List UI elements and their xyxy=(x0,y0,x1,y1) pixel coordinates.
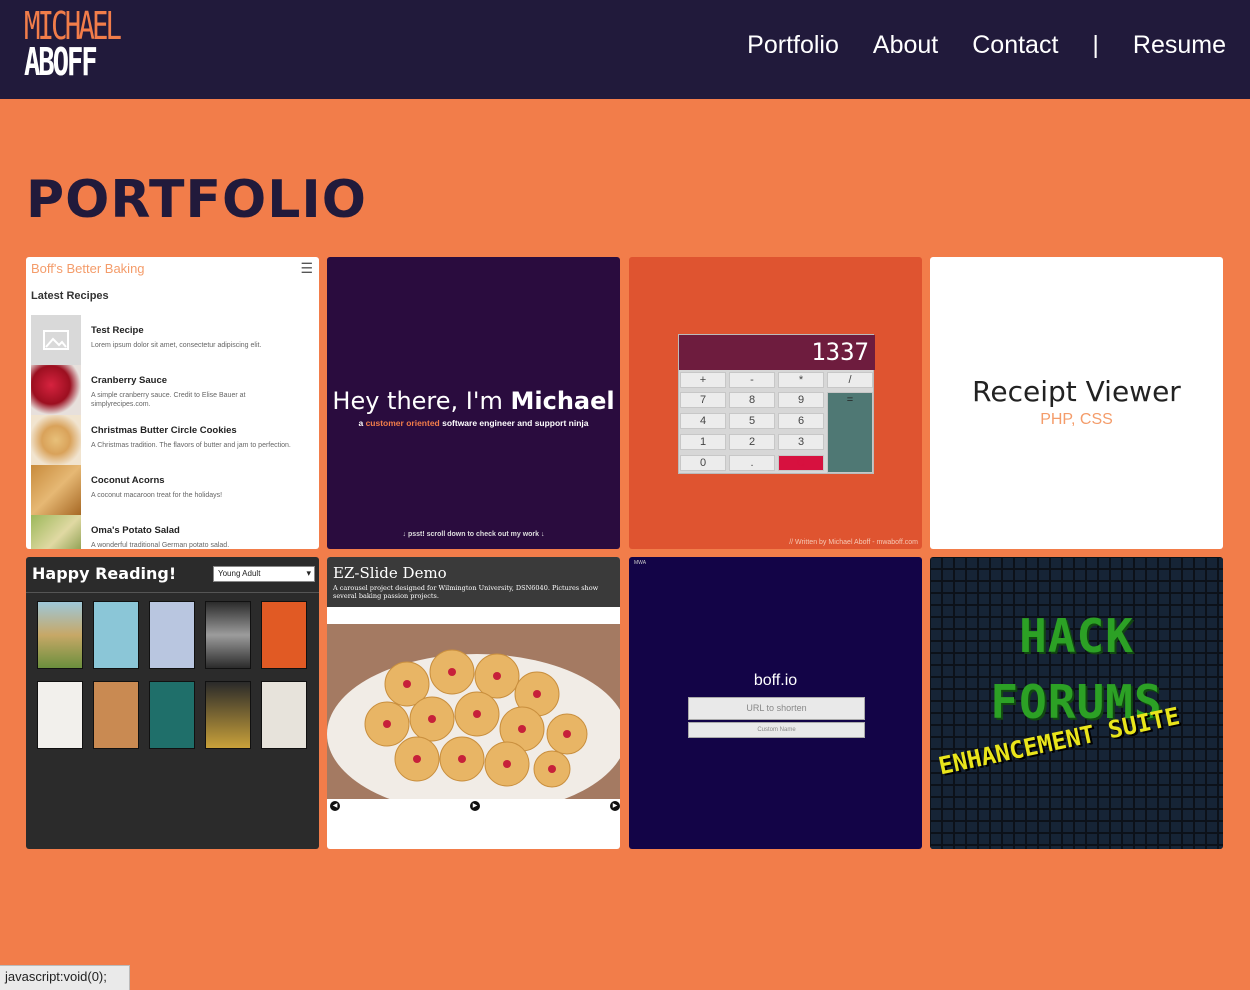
project-card-receipt-viewer[interactable]: Receipt Viewer PHP, CSS xyxy=(930,257,1223,549)
recipe-thumbnail xyxy=(31,465,81,515)
project-card-calculator[interactable]: 1337 + - * / 7 8 9 = 4 5 6 1 2 3 0 . C /… xyxy=(629,257,922,549)
ez-slide-header: EZ-Slide Demo A carousel project designe… xyxy=(327,557,620,607)
key-1: 1 xyxy=(680,434,726,450)
project-card-hack-forums[interactable]: HACK FORUMS ENHANCEMENT SUITE xyxy=(930,557,1223,849)
recipe-item: Test Recipe Lorem ipsum dolor sit amet, … xyxy=(31,315,316,365)
logo-first-name: MICHAEL xyxy=(24,4,122,48)
key-9: 9 xyxy=(778,392,824,408)
nav-separator: | xyxy=(1092,31,1099,59)
project-card-baking[interactable]: Boff's Better Baking ☰ Latest Recipes Te… xyxy=(26,257,319,549)
latest-recipes-heading: Latest Recipes xyxy=(31,290,109,302)
recipe-desc: A Christmas tradition. The flavors of bu… xyxy=(91,442,291,449)
calculator-display: 1337 xyxy=(679,335,875,370)
carousel-image xyxy=(327,624,620,799)
site-logo[interactable]: MICHAEL ABOFF xyxy=(24,4,122,84)
key-7: 7 xyxy=(680,392,726,408)
receipt-tech: PHP, CSS xyxy=(1040,411,1113,428)
divider xyxy=(26,592,319,593)
project-card-intro[interactable]: Hey there, I'm Michael a customer orient… xyxy=(327,257,620,549)
intro-sub-b: software engineer and support ninja xyxy=(442,418,589,428)
nav-link-portfolio[interactable]: Portfolio xyxy=(747,31,839,60)
recipe-desc: A simple cranberry sauce. Credit to Elis… xyxy=(91,392,246,408)
ez-slide-title: EZ-Slide Demo xyxy=(333,564,447,582)
intro-sub-a: a xyxy=(358,418,364,428)
key-4: 4 xyxy=(680,413,726,429)
recipe-name: Coconut Acorns xyxy=(91,475,165,486)
recipe-thumbnail xyxy=(31,515,81,549)
key-6: 6 xyxy=(778,413,824,429)
recipe-thumbnail xyxy=(31,415,81,465)
baking-site-title: Boff's Better Baking xyxy=(31,261,145,276)
ez-slide-description: A carousel project designed for Wilmingt… xyxy=(333,584,599,600)
logo-last-name: ABOFF xyxy=(24,40,98,84)
book-cover xyxy=(93,601,139,669)
book-cover xyxy=(93,681,139,749)
intro-highlight: customer oriented xyxy=(365,418,440,428)
page-title: PORTFOLIO xyxy=(26,170,367,230)
recipe-item: Christmas Butter Circle Cookies A Christ… xyxy=(31,415,316,465)
scroll-hint: ↓ psst! scroll down to check out my work… xyxy=(402,531,545,538)
recipe-desc: Lorem ipsum dolor sit amet, consectetur … xyxy=(91,342,262,349)
receipt-title: Receipt Viewer xyxy=(972,375,1181,408)
recipe-name: Oma's Potato Salad xyxy=(91,525,180,536)
key-minus: - xyxy=(729,372,775,388)
key-clear: C xyxy=(778,455,824,471)
key-0: 0 xyxy=(680,455,726,471)
image-placeholder-icon xyxy=(31,315,81,365)
url-input-preview: URL to shorten xyxy=(688,697,865,720)
nav-link-about[interactable]: About xyxy=(873,31,938,60)
hamburger-icon: ☰ xyxy=(300,260,313,276)
book-cover xyxy=(37,681,83,749)
book-cover xyxy=(149,681,195,749)
book-cover xyxy=(205,681,251,749)
project-card-happy-reading[interactable]: Happy Reading! Young Adult xyxy=(26,557,319,849)
genre-select: Young Adult xyxy=(213,566,315,582)
key-8: 8 xyxy=(729,392,775,408)
key-multiply: * xyxy=(778,372,824,388)
calculator-widget: 1337 + - * / 7 8 9 = 4 5 6 1 2 3 0 . C xyxy=(678,334,875,474)
book-cover xyxy=(37,601,83,669)
nav-link-contact[interactable]: Contact xyxy=(972,31,1058,60)
key-3: 3 xyxy=(778,434,824,450)
intro-heading: Hey there, I'm Michael xyxy=(327,387,620,415)
book-cover xyxy=(205,601,251,669)
recipe-thumbnail xyxy=(31,365,81,415)
nav-menu: Portfolio About Contact | Resume xyxy=(713,31,1226,60)
key-dot: . xyxy=(729,455,775,471)
intro-name: Michael xyxy=(510,387,615,415)
top-navbar: MICHAEL ABOFF Portfolio About Contact | … xyxy=(0,0,1250,99)
boff-title: boff.io xyxy=(753,672,798,689)
recipe-desc: A wonderful traditional German potato sa… xyxy=(91,542,230,549)
prev-arrow-icon: ◀ xyxy=(330,801,340,811)
next-arrow-icon: ▶ xyxy=(610,801,620,811)
key-divide: / xyxy=(827,372,873,388)
book-cover xyxy=(261,601,307,669)
key-5: 5 xyxy=(729,413,775,429)
recipe-desc: A coconut macaroon treat for the holiday… xyxy=(91,492,223,499)
play-icon: ▶ xyxy=(470,801,480,811)
recipe-name: Cranberry Sauce xyxy=(91,375,168,386)
calculator-footer: // Written by Michael Aboff - mwaboff.co… xyxy=(789,539,918,546)
project-card-boff-io[interactable]: MWA boff.io URL to shorten Custom Name xyxy=(629,557,922,849)
key-plus: + xyxy=(680,372,726,388)
key-equals: = xyxy=(827,392,873,473)
nav-link-resume[interactable]: Resume xyxy=(1133,31,1226,60)
recipe-item: Coconut Acorns A coconut macaroon treat … xyxy=(31,465,316,515)
book-cover xyxy=(261,681,307,749)
custom-name-input-preview: Custom Name xyxy=(688,722,865,738)
recipe-name: Test Recipe xyxy=(91,325,144,336)
recipe-item: Cranberry Sauce A simple cranberry sauce… xyxy=(31,365,316,415)
hack-title-line1: HACK xyxy=(1019,609,1134,663)
recipe-name: Christmas Butter Circle Cookies xyxy=(91,425,237,436)
key-2: 2 xyxy=(729,434,775,450)
book-cover xyxy=(149,601,195,669)
intro-subtitle: a customer oriented software engineer an… xyxy=(327,418,620,428)
reading-title: Happy Reading! xyxy=(32,564,177,583)
intro-greeting: Hey there, I'm xyxy=(332,387,503,415)
portfolio-grid: Boff's Better Baking ☰ Latest Recipes Te… xyxy=(26,257,1224,850)
boff-corner-logo: MWA xyxy=(634,560,647,566)
project-card-ez-slide[interactable]: EZ-Slide Demo A carousel project designe… xyxy=(327,557,620,849)
browser-status-bar: javascript:void(0); xyxy=(0,965,130,990)
recipe-item: Oma's Potato Salad A wonderful tradition… xyxy=(31,515,316,549)
